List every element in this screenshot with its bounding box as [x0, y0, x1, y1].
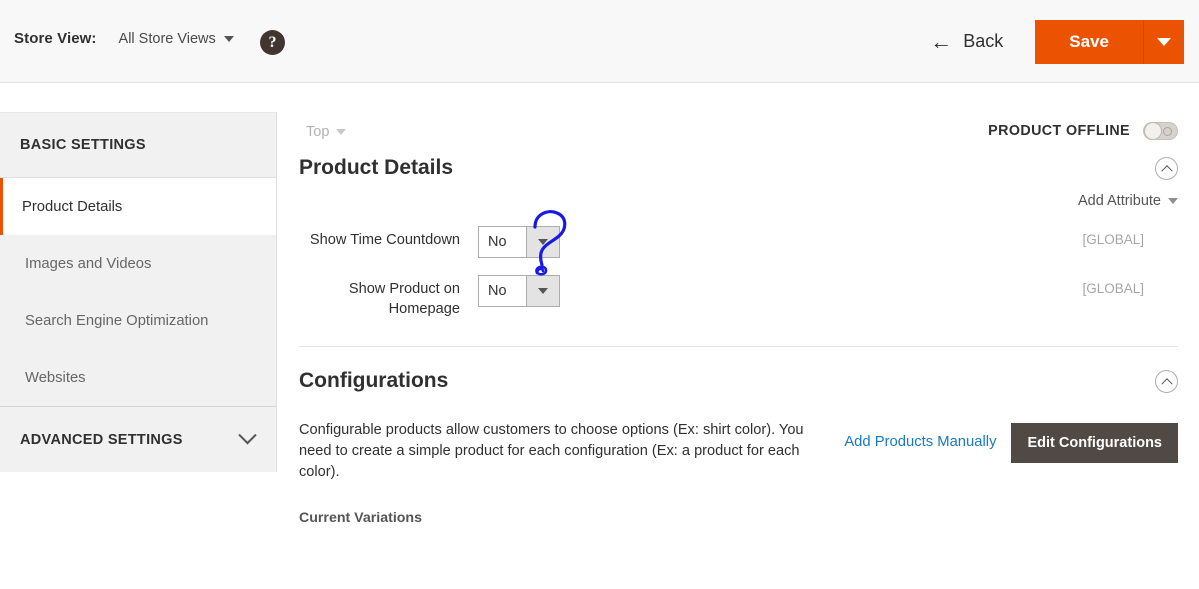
sidebar-item-label: Images and Videos — [25, 255, 152, 272]
product-details-title: Product Details — [299, 156, 454, 179]
add-products-manually-link[interactable]: Add Products Manually — [844, 423, 1011, 461]
configurations-section: Configurations Configurable products all… — [299, 347, 1178, 526]
page-header: Store View: All Store Views ? ← Back Sav… — [0, 0, 1199, 83]
sidebar-item-label: Websites — [25, 369, 86, 386]
sidebar-item-search-engine-optimization[interactable]: Search Engine Optimization — [0, 292, 276, 349]
add-attribute-dropdown[interactable]: Add Attribute — [299, 193, 1178, 209]
field-label: Show Product on Homepage — [348, 281, 460, 317]
caret-down-icon — [1168, 198, 1178, 204]
caret-down-icon — [1157, 37, 1171, 46]
scope-badge: [GLOBAL] — [1082, 232, 1144, 247]
main-content: Top PRODUCT OFFLINE Product Details Add … — [278, 84, 1199, 589]
chevron-down-icon — [223, 35, 234, 42]
select-arrow-button[interactable] — [526, 276, 559, 306]
chevron-up-circle-icon[interactable] — [1155, 156, 1178, 180]
caret-down-icon — [538, 239, 548, 245]
field-label: Show Time Countdown — [309, 232, 460, 248]
product-details-section: Product Details Add Attribute Show Time … — [299, 134, 1178, 319]
product-details-header: Product Details — [299, 134, 1178, 180]
sidebar-item-label: Product Details — [22, 198, 123, 215]
select-value: No — [488, 234, 507, 250]
sidebar-item-label: Search Engine Optimization — [25, 312, 209, 329]
store-view-label: Store View: — [14, 30, 97, 47]
arrow-left-icon: ← — [930, 28, 953, 54]
anchor-row: Top PRODUCT OFFLINE — [278, 84, 1199, 140]
field-row-show-product-on-homepage: Show Product on Homepage No [GLOBAL] — [299, 275, 1178, 319]
configurations-header: Configurations — [299, 347, 1178, 393]
edit-configurations-button[interactable]: Edit Configurations — [1011, 423, 1178, 464]
save-split-button: Save — [1035, 19, 1184, 64]
back-button-label: Back — [963, 31, 1004, 51]
sidebar-item-images-and-videos[interactable]: Images and Videos — [0, 235, 276, 292]
configurations-title: Configurations — [299, 369, 449, 393]
show-product-on-homepage-select[interactable]: No — [478, 275, 560, 307]
sidebar-item-websites[interactable]: Websites — [0, 349, 276, 406]
back-button[interactable]: ← Back — [930, 28, 1004, 54]
sidebar-group-advanced-settings[interactable]: ADVANCED SETTINGS — [0, 406, 276, 472]
caret-down-icon — [538, 288, 548, 294]
help-icon[interactable]: ? — [260, 30, 285, 55]
sidebar-group-basic-settings[interactable]: BASIC SETTINGS — [0, 112, 276, 178]
chevron-up-glyph — [1160, 378, 1173, 390]
select-value: No — [488, 283, 507, 299]
store-view-value: All Store Views — [118, 30, 216, 47]
scope-badge: [GLOBAL] — [1082, 281, 1144, 296]
configurations-actions: Add Products Manually Edit Configuration… — [844, 420, 1178, 464]
header-actions: ← Back Save — [930, 0, 1199, 83]
sidebar-group-basic-settings-label: BASIC SETTINGS — [20, 137, 146, 153]
chevron-up-circle-icon[interactable] — [1155, 369, 1178, 393]
save-options-button[interactable] — [1143, 19, 1184, 64]
chevron-up-glyph — [1160, 165, 1173, 177]
add-attribute-label: Add Attribute — [1077, 193, 1161, 209]
store-view-switcher[interactable]: All Store Views — [119, 31, 234, 47]
sidebar-items: Product Details Images and Videos Search… — [0, 178, 276, 406]
sidebar-item-product-details[interactable]: Product Details — [0, 178, 276, 235]
show-time-countdown-select[interactable]: No — [478, 226, 560, 258]
chevron-down-icon — [238, 426, 257, 445]
configurations-body: Configurable products allow customers to… — [299, 420, 1178, 483]
current-variations-label: Current Variations — [299, 509, 422, 526]
store-view-block: Store View: All Store Views — [14, 30, 234, 47]
configurations-description: Configurable products allow customers to… — [299, 422, 804, 481]
settings-sidebar: BASIC SETTINGS Product Details Images an… — [0, 112, 277, 472]
field-row-show-time-countdown: Show Time Countdown No [GLOBAL] — [299, 226, 1178, 258]
select-arrow-button[interactable] — [526, 227, 559, 257]
sidebar-group-advanced-settings-label: ADVANCED SETTINGS — [20, 431, 183, 448]
save-button[interactable]: Save — [1035, 19, 1143, 64]
help-glyph: ? — [268, 33, 277, 51]
